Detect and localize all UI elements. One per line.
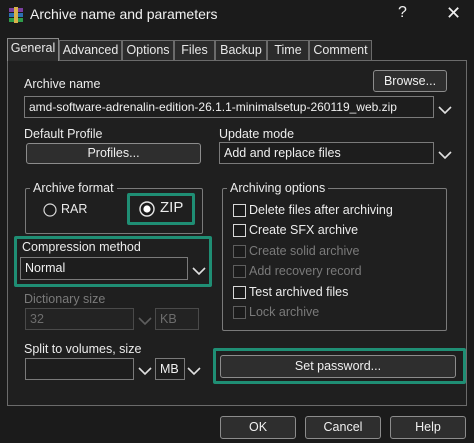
split-volumes-chevron-icon[interactable] — [137, 364, 153, 379]
create-solid-label[interactable]: Create solid archive — [249, 244, 359, 258]
window-title: Archive name and parameters — [30, 6, 218, 22]
help-button[interactable]: Help — [390, 416, 466, 439]
profiles-button[interactable]: Profiles... — [26, 143, 201, 164]
winrar-app-icon — [8, 7, 24, 23]
tab-advanced[interactable]: Advanced — [59, 40, 122, 60]
zip-label[interactable]: ZIP — [160, 199, 183, 216]
update-mode-select[interactable]: Add and replace files — [219, 142, 434, 164]
split-unit-select[interactable]: MB — [155, 358, 185, 380]
tab-time[interactable]: Time — [267, 40, 309, 60]
tab-comment[interactable]: Comment — [309, 40, 372, 60]
archive-name-input[interactable]: amd-software-adrenalin-edition-26.1.1-mi… — [24, 96, 434, 118]
dictionary-unit-select[interactable]: KB — [155, 308, 199, 330]
create-sfx-label[interactable]: Create SFX archive — [249, 223, 358, 237]
browse-button[interactable]: Browse... — [373, 70, 447, 92]
tab-backup[interactable]: Backup — [215, 40, 267, 60]
dictionary-size-input[interactable]: 32 — [25, 308, 134, 330]
test-archived-checkbox[interactable] — [233, 286, 246, 299]
update-mode-chevron-icon[interactable] — [437, 148, 453, 163]
tab-options[interactable]: Options — [122, 40, 174, 60]
create-sfx-checkbox[interactable] — [233, 224, 246, 237]
archive-name-label: Archive name — [24, 77, 101, 91]
test-archived-label[interactable]: Test archived files — [249, 285, 348, 299]
lock-archive-checkbox[interactable] — [233, 306, 246, 319]
create-solid-checkbox[interactable] — [233, 245, 246, 258]
archive-format-title: Archive format — [30, 181, 117, 195]
tab-files[interactable]: Files — [174, 40, 215, 60]
default-profile-label: Default Profile — [24, 127, 103, 141]
recovery-record-label[interactable]: Add recovery record — [249, 264, 362, 278]
zip-radio[interactable] — [139, 201, 155, 220]
tab-general[interactable]: General — [7, 38, 59, 61]
split-volumes-input[interactable] — [25, 358, 134, 380]
compression-chevron-icon[interactable] — [191, 264, 207, 279]
lock-archive-label[interactable]: Lock archive — [249, 305, 319, 319]
split-volumes-label: Split to volumes, size — [24, 342, 142, 356]
archive-name-dropdown-chevron-icon[interactable] — [437, 103, 453, 118]
close-icon[interactable]: ✕ — [446, 3, 461, 24]
split-unit-chevron-icon[interactable] — [186, 364, 202, 379]
rar-radio[interactable] — [43, 203, 57, 220]
cancel-button[interactable]: Cancel — [305, 416, 381, 439]
archiving-options-title: Archiving options — [227, 181, 329, 195]
dictionary-size-label: Dictionary size — [24, 292, 106, 306]
delete-files-label[interactable]: Delete files after archiving — [249, 203, 393, 217]
help-icon[interactable]: ? — [398, 4, 407, 22]
recovery-record-checkbox[interactable] — [233, 265, 246, 278]
dictionary-size-chevron-icon[interactable] — [137, 314, 153, 329]
delete-files-checkbox[interactable] — [233, 204, 246, 217]
rar-label[interactable]: RAR — [61, 202, 87, 216]
set-password-button[interactable]: Set password... — [220, 355, 456, 378]
compression-method-select[interactable]: Normal — [20, 257, 188, 280]
ok-button[interactable]: OK — [220, 416, 296, 439]
compression-method-label: Compression method — [22, 240, 141, 254]
update-mode-label: Update mode — [219, 127, 295, 141]
